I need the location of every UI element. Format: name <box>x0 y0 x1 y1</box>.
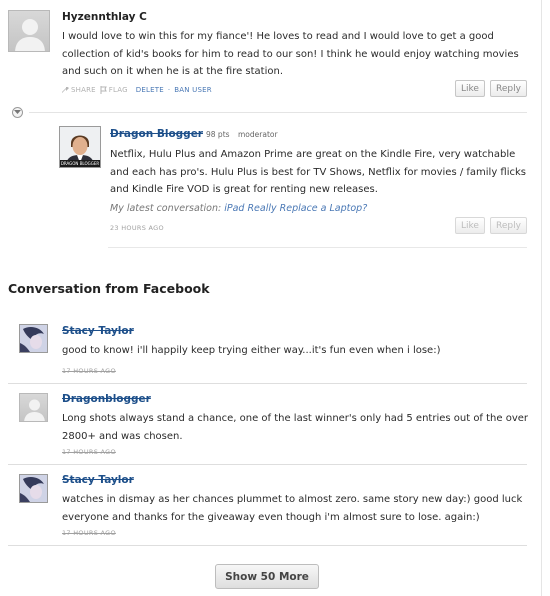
reply-button[interactable]: Reply <box>490 80 527 97</box>
fb-comment-author[interactable]: Dragonblogger <box>62 393 151 405</box>
default-avatar[interactable] <box>8 10 50 52</box>
share-label: SHARE <box>71 86 96 94</box>
fb-comment-text: watches in dismay as her chances plummet… <box>62 494 523 523</box>
action-separator: · <box>167 86 171 94</box>
author-points: 98 pts <box>206 130 230 139</box>
person-silhouette-icon <box>24 399 45 421</box>
user-photo-icon <box>20 475 47 502</box>
author-role: moderator <box>238 130 278 139</box>
stacy-taylor-avatar[interactable] <box>19 324 48 353</box>
dragon-blogger-avatar[interactable]: DRAGON BLOGGER <box>59 126 101 168</box>
share-arrow-icon <box>62 86 69 93</box>
fb-comment-timestamp: 17 HOURS AGO <box>62 529 116 537</box>
reply-timestamp: 23 HOURS AGO <box>110 224 164 232</box>
reply-button[interactable]: Reply <box>490 217 527 234</box>
comment-divider <box>8 383 527 384</box>
share-action[interactable]: SHARE <box>62 86 96 94</box>
fb-comment-timestamp: 17 HOURS AGO <box>62 448 116 456</box>
comment-divider <box>8 464 527 465</box>
latest-prefix: My latest conversation: <box>110 203 222 214</box>
reply-text: Netflix, Hulu Plus and Amazon Prime are … <box>110 149 527 195</box>
comment-author[interactable]: Hyzennthlay C <box>62 11 147 23</box>
latest-conversation-link[interactable]: iPad Really Replace a Laptop? <box>224 203 367 214</box>
collapse-thread-icon[interactable] <box>12 107 23 118</box>
section-heading: Conversation from Facebook <box>8 281 210 296</box>
fb-comment-text: good to know! i'll happily keep trying e… <box>62 345 441 356</box>
right-border <box>541 0 542 596</box>
comment-actions: SHARE FLAG DELETE · BAN USER <box>62 86 212 94</box>
thread-divider <box>29 112 527 113</box>
fb-comment-author[interactable]: Stacy Taylor <box>62 325 134 337</box>
chevron-down-icon <box>14 110 21 114</box>
user-photo-icon <box>20 325 47 352</box>
reply-divider <box>108 247 527 248</box>
latest-conversation: My latest conversation: iPad Really Repl… <box>110 200 367 218</box>
stacy-taylor-avatar[interactable] <box>19 474 48 503</box>
default-avatar[interactable] <box>19 393 48 422</box>
like-button[interactable]: Like <box>455 80 485 97</box>
person-silhouette-icon <box>15 19 45 51</box>
avatar-caption: DRAGON BLOGGER <box>60 161 100 166</box>
comment-text: I would love to win this for my fiance'!… <box>62 31 519 77</box>
comment-divider <box>8 545 527 546</box>
reply-author[interactable]: Dragon Blogger <box>110 128 203 140</box>
fb-comment-text: Long shots always stand a chance, one of… <box>62 413 529 442</box>
fb-comment-timestamp: 17 HOURS AGO <box>62 367 116 375</box>
ban-user-link[interactable]: BAN USER <box>174 86 212 94</box>
show-more-button[interactable]: Show 50 More <box>215 564 319 589</box>
flag-action[interactable]: FLAG <box>100 86 128 94</box>
like-button[interactable]: Like <box>455 217 485 234</box>
fb-comment-author[interactable]: Stacy Taylor <box>62 474 134 486</box>
delete-link[interactable]: DELETE <box>136 86 164 94</box>
flag-label: FLAG <box>108 86 128 94</box>
flag-icon <box>100 86 107 94</box>
